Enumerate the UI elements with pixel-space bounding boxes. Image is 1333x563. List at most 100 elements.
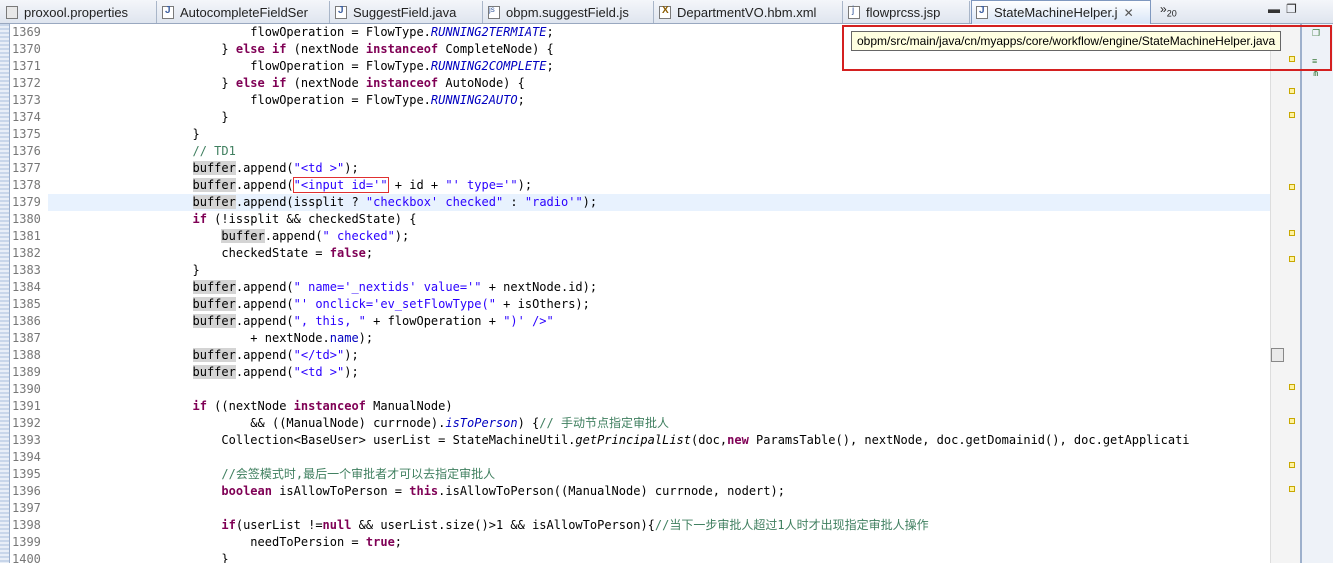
java-file-icon <box>335 5 347 19</box>
line-number: 1382 <box>12 246 41 260</box>
tab-autocomplete-field-ser[interactable]: AutocompleteFieldSer <box>158 1 330 23</box>
line-number: 1378 <box>12 178 41 192</box>
xml-file-icon <box>659 5 671 19</box>
line-number: 1392 <box>12 416 41 430</box>
line-number: 1398 <box>12 518 41 532</box>
tab-state-machine-helper[interactable]: StateMachineHelper.j ✕ <box>971 0 1151 24</box>
tab-overflow-count: 20 <box>1166 8 1177 19</box>
code-editor[interactable]: flowOperation = FlowType.RUNNING2TERMIAT… <box>48 24 1270 563</box>
occurrence-marker[interactable] <box>1289 112 1295 118</box>
editor-tab-bar: proxool.properties AutocompleteFieldSer … <box>0 0 1333 24</box>
line-number: 1369 <box>12 25 41 39</box>
occurrence-marker[interactable] <box>1289 256 1295 262</box>
chevron-double-right-icon: » <box>1160 2 1167 16</box>
tab-suggest-field-java[interactable]: SuggestField.java <box>331 1 483 23</box>
line-number: 1376 <box>12 144 41 158</box>
properties-file-icon <box>6 5 18 19</box>
code-line: } <box>48 110 229 124</box>
occurrence-marker[interactable] <box>1289 230 1295 236</box>
maximize-icon[interactable]: ❐ <box>1286 2 1297 16</box>
occurrence-marker[interactable] <box>1289 486 1295 492</box>
line-number: 1377 <box>12 161 41 175</box>
tab-label: proxool.properties <box>24 4 129 20</box>
line-number: 1371 <box>12 59 41 73</box>
line-number: 1399 <box>12 535 41 549</box>
code-line: buffer.append("</td>"); <box>192 348 359 362</box>
overview-ruler[interactable] <box>1270 24 1300 563</box>
js-file-icon <box>488 5 500 19</box>
line-number: 1380 <box>12 212 41 226</box>
file-path-tooltip: obpm/src/main/java/cn/myapps/core/workfl… <box>851 31 1282 51</box>
code-line: buffer.append(", this, " + flowOperation… <box>192 314 554 328</box>
line-number: 1397 <box>12 501 41 515</box>
code-line: if(userList !=null && userList.size()>1 … <box>221 518 929 532</box>
annotation-gutter <box>0 24 10 563</box>
code-line: // TD1 <box>192 144 236 158</box>
tab-label: obpm.suggestField.js <box>506 4 629 20</box>
highlighted-string: "<input id='" <box>292 177 389 193</box>
line-number: 1391 <box>12 399 41 413</box>
code-line: //会签模式时,最后一个审批者才可以去指定审批人 <box>221 467 496 481</box>
line-number: 1387 <box>12 331 41 345</box>
side-panel-strip <box>1300 24 1333 563</box>
occurrence-marker[interactable] <box>1289 184 1295 190</box>
occurrence-marker[interactable] <box>1289 418 1295 424</box>
code-line: buffer.append("' onclick='ev_setFlowType… <box>192 297 590 311</box>
close-icon[interactable]: ✕ <box>1124 6 1134 20</box>
line-number: 1381 <box>12 229 41 243</box>
line-number: 1390 <box>12 382 41 396</box>
line-number: 1383 <box>12 263 41 277</box>
code-line: boolean isAllowToPerson = this.isAllowTo… <box>221 484 785 498</box>
code-line: + nextNode.name); <box>48 331 374 345</box>
line-number: 1384 <box>12 280 41 294</box>
code-line: needToPersion = true; <box>48 535 403 549</box>
tab-obpm-suggest-field-js[interactable]: obpm.suggestField.js <box>484 1 654 23</box>
tab-proxool-properties[interactable]: proxool.properties <box>2 1 157 23</box>
line-number: 1370 <box>12 42 41 56</box>
code-line: if (!issplit && checkedState) { <box>192 212 417 226</box>
line-number: 1393 <box>12 433 41 447</box>
line-number: 1375 <box>12 127 41 141</box>
line-number: 1379 <box>12 195 41 209</box>
line-number-ruler: 1369 1370 1371 1372 1373 1374 1375 1376 1377 1378… <box>10 24 48 563</box>
code-line: buffer.append("<td >"); <box>192 161 359 175</box>
tab-label: StateMachineHelper.j <box>994 5 1118 20</box>
line-number: 1394 <box>12 450 41 464</box>
code-line: buffer.append(" name='_nextids' value='"… <box>192 280 598 294</box>
code-line: } else if (nextNode instanceof AutoNode)… <box>48 76 525 90</box>
code-line: } <box>48 263 200 277</box>
line-number: 1373 <box>12 93 41 107</box>
minimize-icon[interactable]: ▬ <box>1268 2 1280 16</box>
tab-department-vo-hbm-xml[interactable]: DepartmentVO.hbm.xml <box>655 1 843 23</box>
java-file-icon <box>162 5 174 19</box>
jsp-file-icon <box>848 5 860 19</box>
java-file-icon <box>976 5 988 19</box>
line-number: 1374 <box>12 110 41 124</box>
occurrence-marker[interactable] <box>1289 462 1295 468</box>
code-line: && ((ManualNode) currnode).isToPerson) {… <box>48 416 669 430</box>
line-number: 1400 <box>12 552 41 563</box>
occurrence-marker[interactable] <box>1289 88 1295 94</box>
tab-label: SuggestField.java <box>353 4 457 20</box>
tab-flowprcss-jsp[interactable]: flowprcss.jsp <box>844 1 970 23</box>
line-number: 1372 <box>12 76 41 90</box>
code-line: buffer.append("<input id='" + id + "' ty… <box>192 177 533 193</box>
code-line-current: buffer.append(issplit ? "checkbox' check… <box>48 194 1270 211</box>
tab-label: DepartmentVO.hbm.xml <box>677 4 817 20</box>
code-line: checkedState = false; <box>48 246 374 260</box>
line-number: 1389 <box>12 365 41 379</box>
code-line: if ((nextNode instanceof ManualNode) <box>192 399 453 413</box>
code-line: buffer.append("<td >"); <box>192 365 359 379</box>
code-line: Collection<BaseUser> userList = StateMac… <box>48 433 1190 447</box>
code-line: } <box>48 127 200 141</box>
tab-overflow-button[interactable]: »20 <box>1160 2 1177 18</box>
tab-label: AutocompleteFieldSer <box>180 4 308 20</box>
occurrence-marker[interactable] <box>1289 384 1295 390</box>
line-number: 1385 <box>12 297 41 311</box>
scrollbar-thumb[interactable] <box>1271 348 1284 362</box>
line-number: 1396 <box>12 484 41 498</box>
code-line: flowOperation = FlowType.RUNNING2AUTO; <box>48 93 525 107</box>
